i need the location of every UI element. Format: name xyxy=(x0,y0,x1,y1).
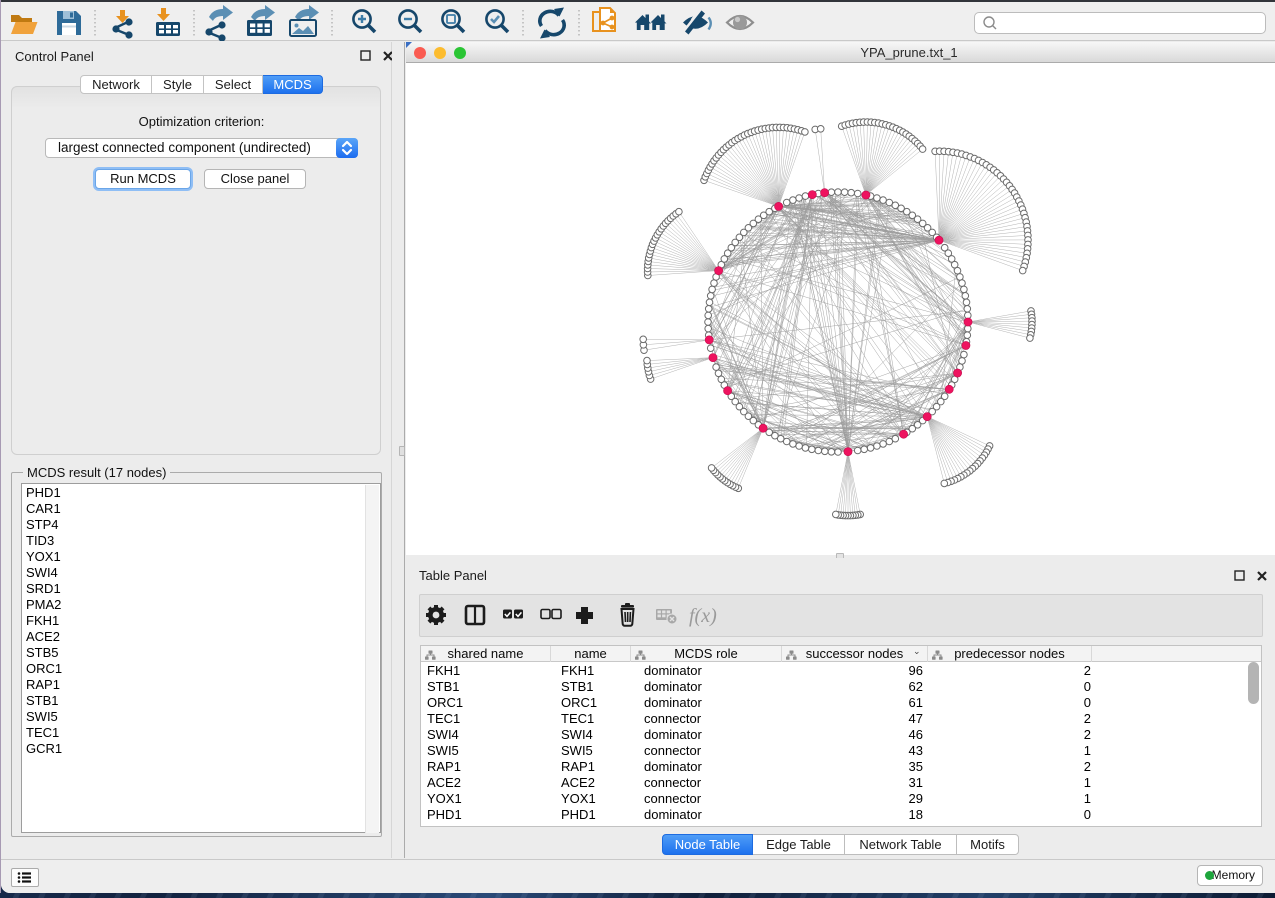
svg-text:f(x): f(x) xyxy=(689,605,717,627)
